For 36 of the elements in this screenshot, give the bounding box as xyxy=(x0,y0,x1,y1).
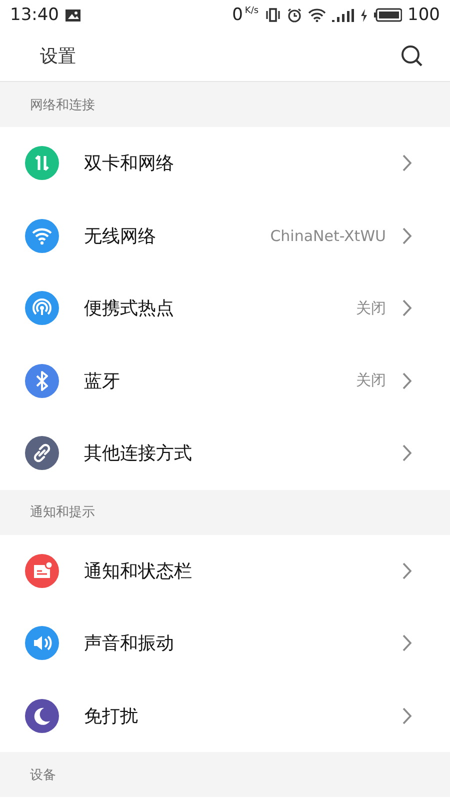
section-header: 通知和提示 xyxy=(0,490,450,534)
setting-label[interactable]: 无线网络 xyxy=(84,224,270,248)
status-time: 13:40 xyxy=(10,5,59,25)
search-button[interactable] xyxy=(400,44,424,68)
section-header: 设备 xyxy=(0,752,450,797)
chevron-icon xyxy=(402,226,412,245)
section-header: 网络和连接 xyxy=(0,82,450,127)
setting-label[interactable]: 便携式热点 xyxy=(84,296,356,320)
setting-value: ChinaNet-XtWU xyxy=(270,226,386,245)
network-speed: 0 xyxy=(232,5,243,25)
setting-value: 关闭 xyxy=(356,298,386,318)
setting-label[interactable]: 声音和振动 xyxy=(84,631,402,656)
chevron-icon xyxy=(402,562,412,580)
chevron-icon xyxy=(402,299,412,318)
chevron-icon xyxy=(402,372,412,390)
alarm-icon xyxy=(286,8,302,22)
chevron-icon xyxy=(402,444,412,462)
chevron-icon xyxy=(402,634,412,652)
speed-unit: K/s xyxy=(244,6,259,16)
charging-icon xyxy=(360,8,368,22)
chevron-icon xyxy=(402,706,412,725)
battery-icon xyxy=(374,8,402,22)
image-icon xyxy=(65,8,81,22)
signal-icon xyxy=(332,8,354,22)
vibrate-icon xyxy=(264,8,281,22)
wifi-icon xyxy=(308,8,326,22)
setting-value: 关闭 xyxy=(356,371,386,390)
battery-level: 100 xyxy=(408,5,440,25)
setting-label[interactable]: 其他连接方式 xyxy=(84,441,402,466)
setting-label[interactable]: 通知和状态栏 xyxy=(84,558,402,583)
search-icon xyxy=(400,44,424,68)
setting-label[interactable]: 蓝牙 xyxy=(84,368,356,393)
chevron-icon xyxy=(402,154,412,172)
setting-label[interactable]: 免打扰 xyxy=(84,704,402,728)
page-title: 设置 xyxy=(40,44,76,68)
setting-label[interactable]: 双卡和网络 xyxy=(84,151,402,176)
